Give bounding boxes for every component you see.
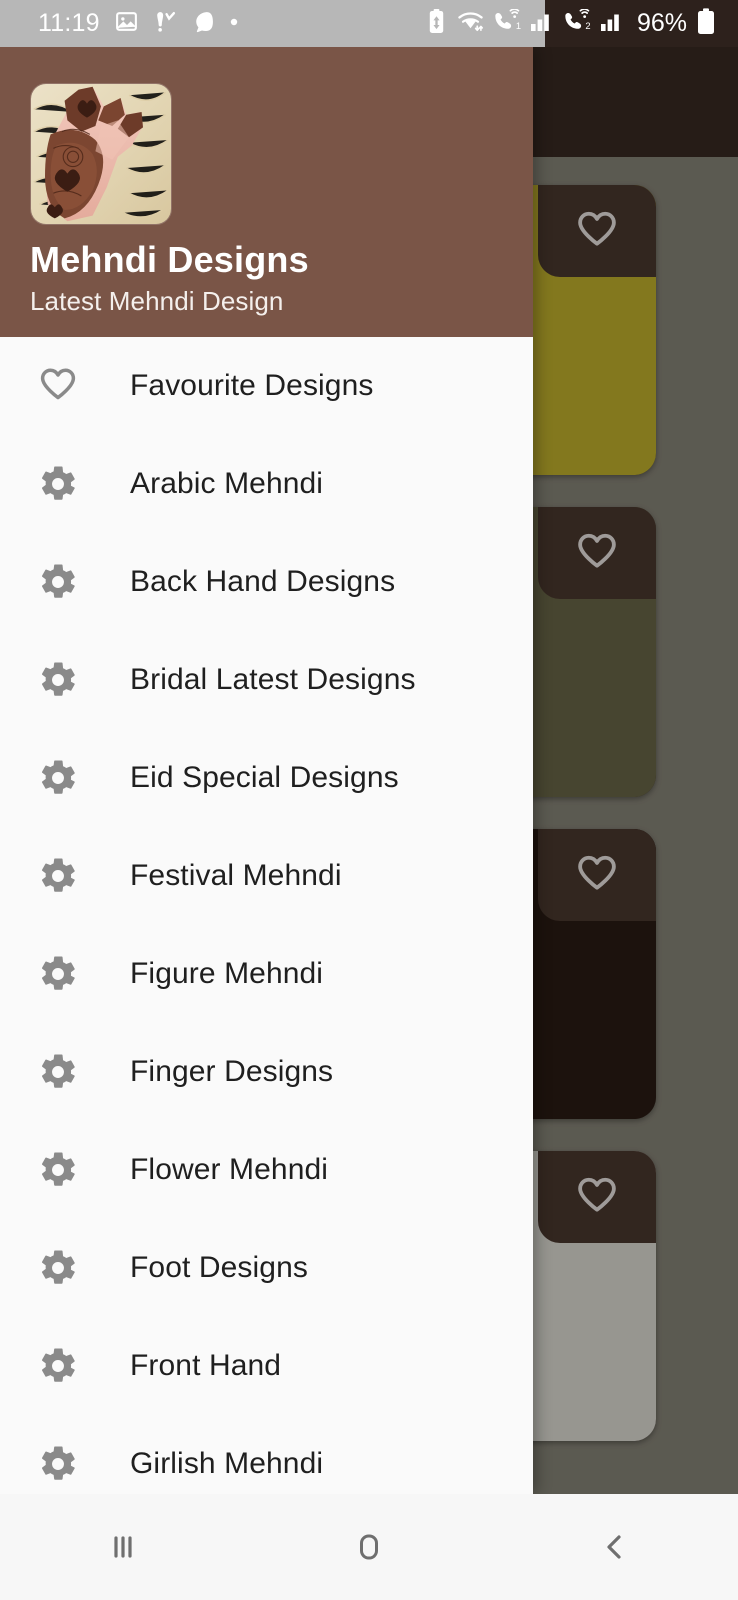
call-sim1-icon: 1 <box>493 8 521 38</box>
drawer-item-label: Figure Mehndi <box>130 957 324 990</box>
drawer-header: Mehndi Designs Latest Mehndi Design <box>0 47 533 337</box>
drawer-item-eid-special-designs[interactable]: Eid Special Designs <box>0 729 533 827</box>
app-subtitle: Latest Mehndi Design <box>30 286 284 317</box>
gear-icon <box>30 1142 86 1198</box>
gear-icon <box>30 554 86 610</box>
drawer-item-girlish-mehndi[interactable]: Girlish Mehndi <box>0 1415 533 1494</box>
battery-saver-icon <box>425 8 448 40</box>
drawer-menu-list[interactable]: Favourite Designs Arabic Mehndi Back Hand … <box>0 337 533 1494</box>
status-bar-clock: 11:19 <box>38 9 100 37</box>
gear-icon <box>30 750 86 806</box>
gear-icon <box>30 1436 86 1492</box>
gear-icon <box>30 456 86 512</box>
dot-icon <box>228 15 240 33</box>
drawer-item-label: Eid Special Designs <box>130 761 399 794</box>
voicemail-icon <box>152 9 177 39</box>
chat-bubble-icon <box>190 9 215 39</box>
drawer-item-label: Favourite Designs <box>130 369 374 402</box>
gear-icon <box>30 1338 86 1394</box>
drawer-item-label: Bridal Latest Designs <box>130 663 416 696</box>
recents-button[interactable] <box>0 1494 246 1600</box>
drawer-item-figure-mehndi[interactable]: Figure Mehndi <box>0 925 533 1023</box>
drawer-item-label: Back Hand Designs <box>130 565 396 598</box>
navigation-drawer: Mehndi Designs Latest Mehndi Design Favo… <box>0 47 533 1494</box>
drawer-item-label: Flower Mehndi <box>130 1153 329 1186</box>
drawer-item-finger-designs[interactable]: Finger Designs <box>0 1023 533 1121</box>
gear-icon <box>30 1044 86 1100</box>
drawer-item-favourite-designs[interactable]: Favourite Designs <box>0 337 533 435</box>
svg-text:1: 1 <box>516 21 521 31</box>
gear-icon <box>30 1240 86 1296</box>
system-navigation-bar <box>0 1494 738 1600</box>
drawer-item-label: Finger Designs <box>130 1055 334 1088</box>
drawer-item-flower-mehndi[interactable]: Flower Mehndi <box>0 1121 533 1219</box>
drawer-item-label: Girlish Mehndi <box>130 1447 324 1480</box>
gear-icon <box>30 946 86 1002</box>
home-button[interactable] <box>246 1494 492 1600</box>
battery-percent-label: 96% <box>636 9 687 37</box>
signal-sim2-icon <box>600 10 624 37</box>
gear-icon <box>30 652 86 708</box>
battery-icon <box>696 7 716 40</box>
image-icon <box>114 9 139 39</box>
status-bar: 11:19 1 2 96% <box>0 0 738 47</box>
call-sim2-icon: 2 <box>563 8 591 38</box>
mehndi-hand-app-icon <box>30 83 172 225</box>
gear-icon <box>30 848 86 904</box>
drawer-item-foot-designs[interactable]: Foot Designs <box>0 1219 533 1317</box>
page-title: Mehndi Designs <box>30 239 309 280</box>
svg-text:2: 2 <box>585 21 590 31</box>
drawer-item-arabic-mehndi[interactable]: Arabic Mehndi <box>0 435 533 533</box>
drawer-item-bridal-latest-designs[interactable]: Bridal Latest Designs <box>0 631 533 729</box>
drawer-item-label: Festival Mehndi <box>130 859 342 892</box>
back-button[interactable] <box>492 1494 738 1600</box>
wifi-icon <box>457 8 484 39</box>
heart-icon <box>30 358 86 414</box>
drawer-item-label: Foot Designs <box>130 1251 308 1284</box>
phone-screen: Mehndi Designs Latest Mehndi Design Favo… <box>0 0 738 1600</box>
drawer-item-back-hand-designs[interactable]: Back Hand Designs <box>0 533 533 631</box>
drawer-item-festival-mehndi[interactable]: Festival Mehndi <box>0 827 533 925</box>
drawer-item-label: Front Hand <box>130 1349 282 1382</box>
drawer-item-front-hand[interactable]: Front Hand <box>0 1317 533 1415</box>
signal-sim1-icon <box>530 10 554 37</box>
drawer-item-label: Arabic Mehndi <box>130 467 324 500</box>
